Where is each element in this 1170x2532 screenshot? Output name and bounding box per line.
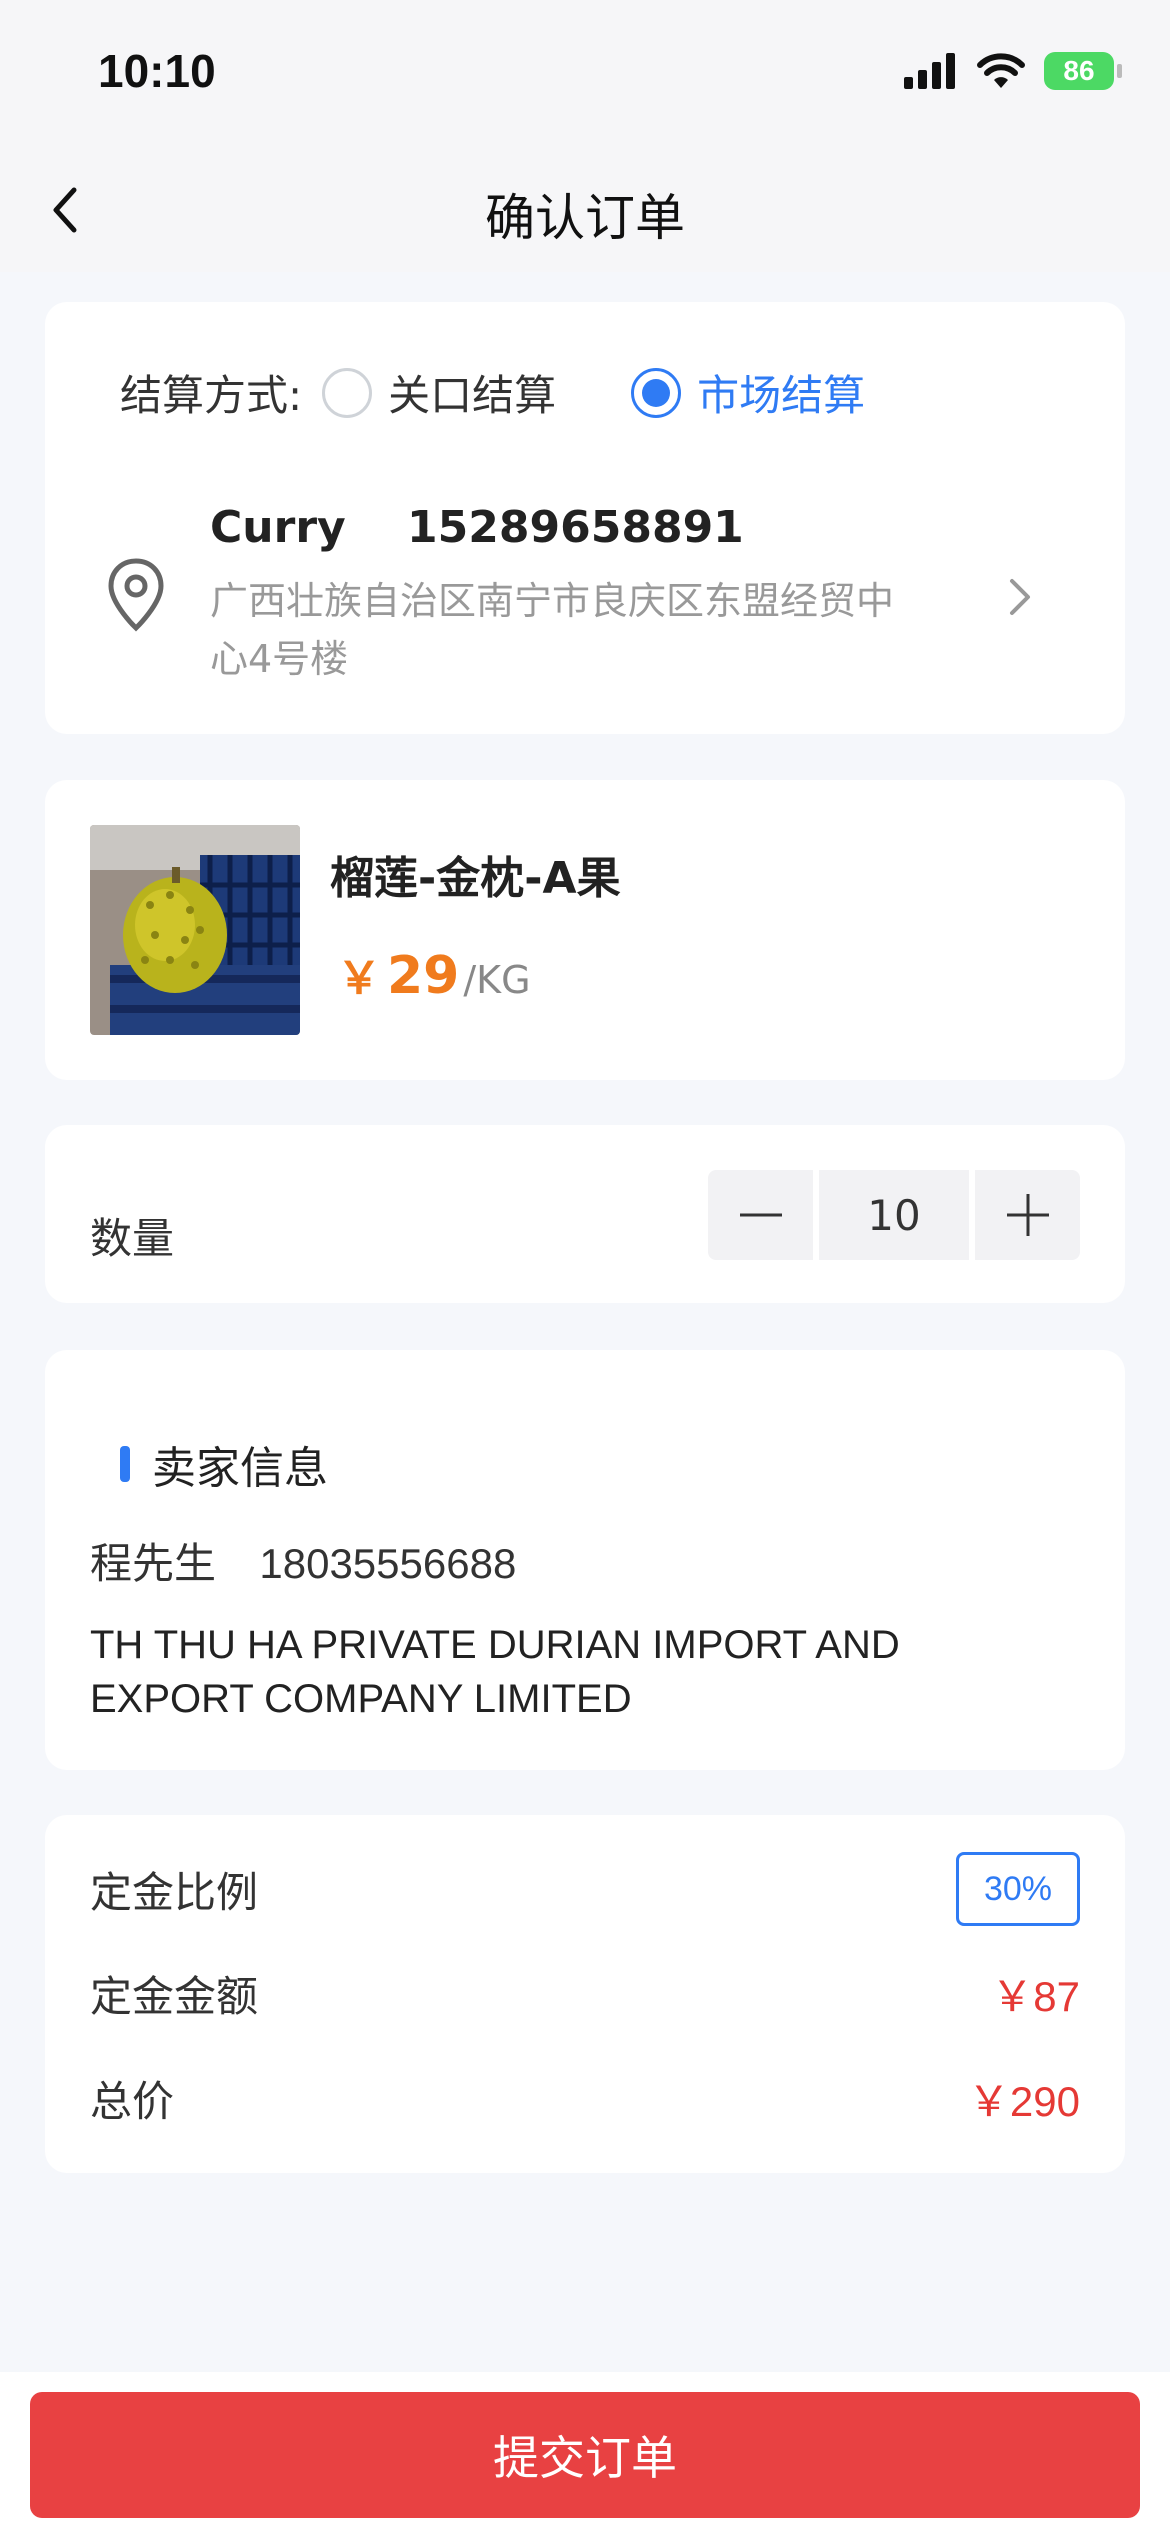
deposit-ratio-row: 定金比例 30%	[90, 1852, 1080, 1926]
seller-company: TH THU HA PRIVATE DURIAN IMPORT AND EXPO…	[90, 1623, 900, 1721]
decrement-button[interactable]	[708, 1170, 813, 1260]
product-image	[90, 825, 300, 1035]
quantity-card: 数量 10	[45, 1125, 1125, 1303]
settlement-label: 结算方式:	[120, 371, 303, 420]
price-unit: /KG	[463, 958, 531, 1002]
plus-icon	[1006, 1194, 1049, 1236]
increment-button[interactable]	[975, 1170, 1080, 1260]
deposit-amount-label: 定金金额	[90, 1972, 259, 2021]
bottom-bar: 提交订单	[0, 2372, 1170, 2532]
quantity-label: 数量	[90, 1214, 175, 1263]
deposit-ratio-badge[interactable]: 30%	[956, 1852, 1080, 1926]
seller-contact: 程先生 18035556688	[90, 1530, 516, 1591]
battery-level: 86	[1063, 55, 1095, 86]
contact-phone: 15289658891	[407, 502, 744, 553]
product-price: ￥ 29 /KG	[337, 942, 531, 1006]
chevron-right-icon[interactable]	[1000, 567, 1040, 627]
radio-customs[interactable]	[322, 367, 373, 418]
status-bar: 10:10 86	[0, 0, 1170, 140]
seller-info-card: 卖家信息 程先生 18035556688 TH THU HA PRIVATE D…	[45, 1350, 1125, 1770]
product-card: 榴莲-金枕-A果 ￥ 29 /KG	[45, 780, 1125, 1080]
total-value: ￥290	[967, 2078, 1080, 2125]
radio-market[interactable]	[631, 367, 682, 418]
quantity-stepper: 10	[708, 1170, 1080, 1260]
minus-icon	[739, 1213, 782, 1217]
submit-order-button[interactable]: 提交订单	[30, 2392, 1140, 2518]
seller-name: 程先生	[90, 1539, 217, 1588]
price-currency: ￥	[337, 953, 381, 1004]
seller-phone: 18035556688	[259, 1540, 517, 1587]
total-row: 总价 ￥290	[90, 2068, 1080, 2129]
page-title: 确认订单	[485, 189, 685, 247]
quantity-input[interactable]: 10	[819, 1170, 969, 1260]
settlement-option-label: 市场结算	[697, 371, 866, 420]
total-label: 总价	[90, 2077, 175, 2126]
deposit-amount-row: 定金金额 ￥87	[90, 1963, 1080, 2024]
settlement-option-customs[interactable]: 关口结算	[322, 362, 556, 423]
address-detail[interactable]: 广西壮族自治区南宁市良庆区东盟经贸中心4号楼	[210, 572, 930, 688]
settlement-method: 结算方式: 关口结算 市场结算	[120, 362, 940, 423]
section-accent-bar	[120, 1446, 130, 1482]
settlement-option-market[interactable]: 市场结算	[631, 362, 865, 423]
address-contact[interactable]: Curry 15289658891	[210, 502, 744, 553]
contact-name: Curry	[210, 502, 346, 553]
deposit-amount-value: ￥87	[991, 1973, 1080, 2020]
wifi-icon	[977, 53, 1025, 88]
durian-photo	[90, 825, 300, 1035]
seller-section-title: 卖家信息	[120, 1432, 328, 1496]
nav-bar: 确认订单	[0, 140, 1170, 272]
deposit-ratio-label: 定金比例	[90, 1867, 259, 1917]
settlement-address-card: 结算方式: 关口结算 市场结算 Curry 15289658891 广西壮族自治…	[45, 302, 1125, 734]
status-time: 10:10	[98, 45, 216, 97]
payment-summary-card: 定金比例 30% 定金金额 ￥87 总价 ￥290	[45, 1815, 1125, 2173]
price-value: 29	[387, 946, 460, 1006]
location-pin-icon	[108, 558, 164, 632]
settlement-option-label: 关口结算	[388, 371, 557, 420]
signal-icon	[904, 53, 955, 89]
product-name: 榴莲-金枕-A果	[330, 853, 621, 904]
battery-indicator: 86	[1044, 52, 1122, 90]
status-icons: 86	[904, 52, 1122, 90]
confirm-order-page: 10:10 86 确认订单 结算方式: 关口结算 市场结算 Curry 1528…	[0, 0, 1170, 2532]
seller-title-text: 卖家信息	[152, 1443, 328, 1494]
